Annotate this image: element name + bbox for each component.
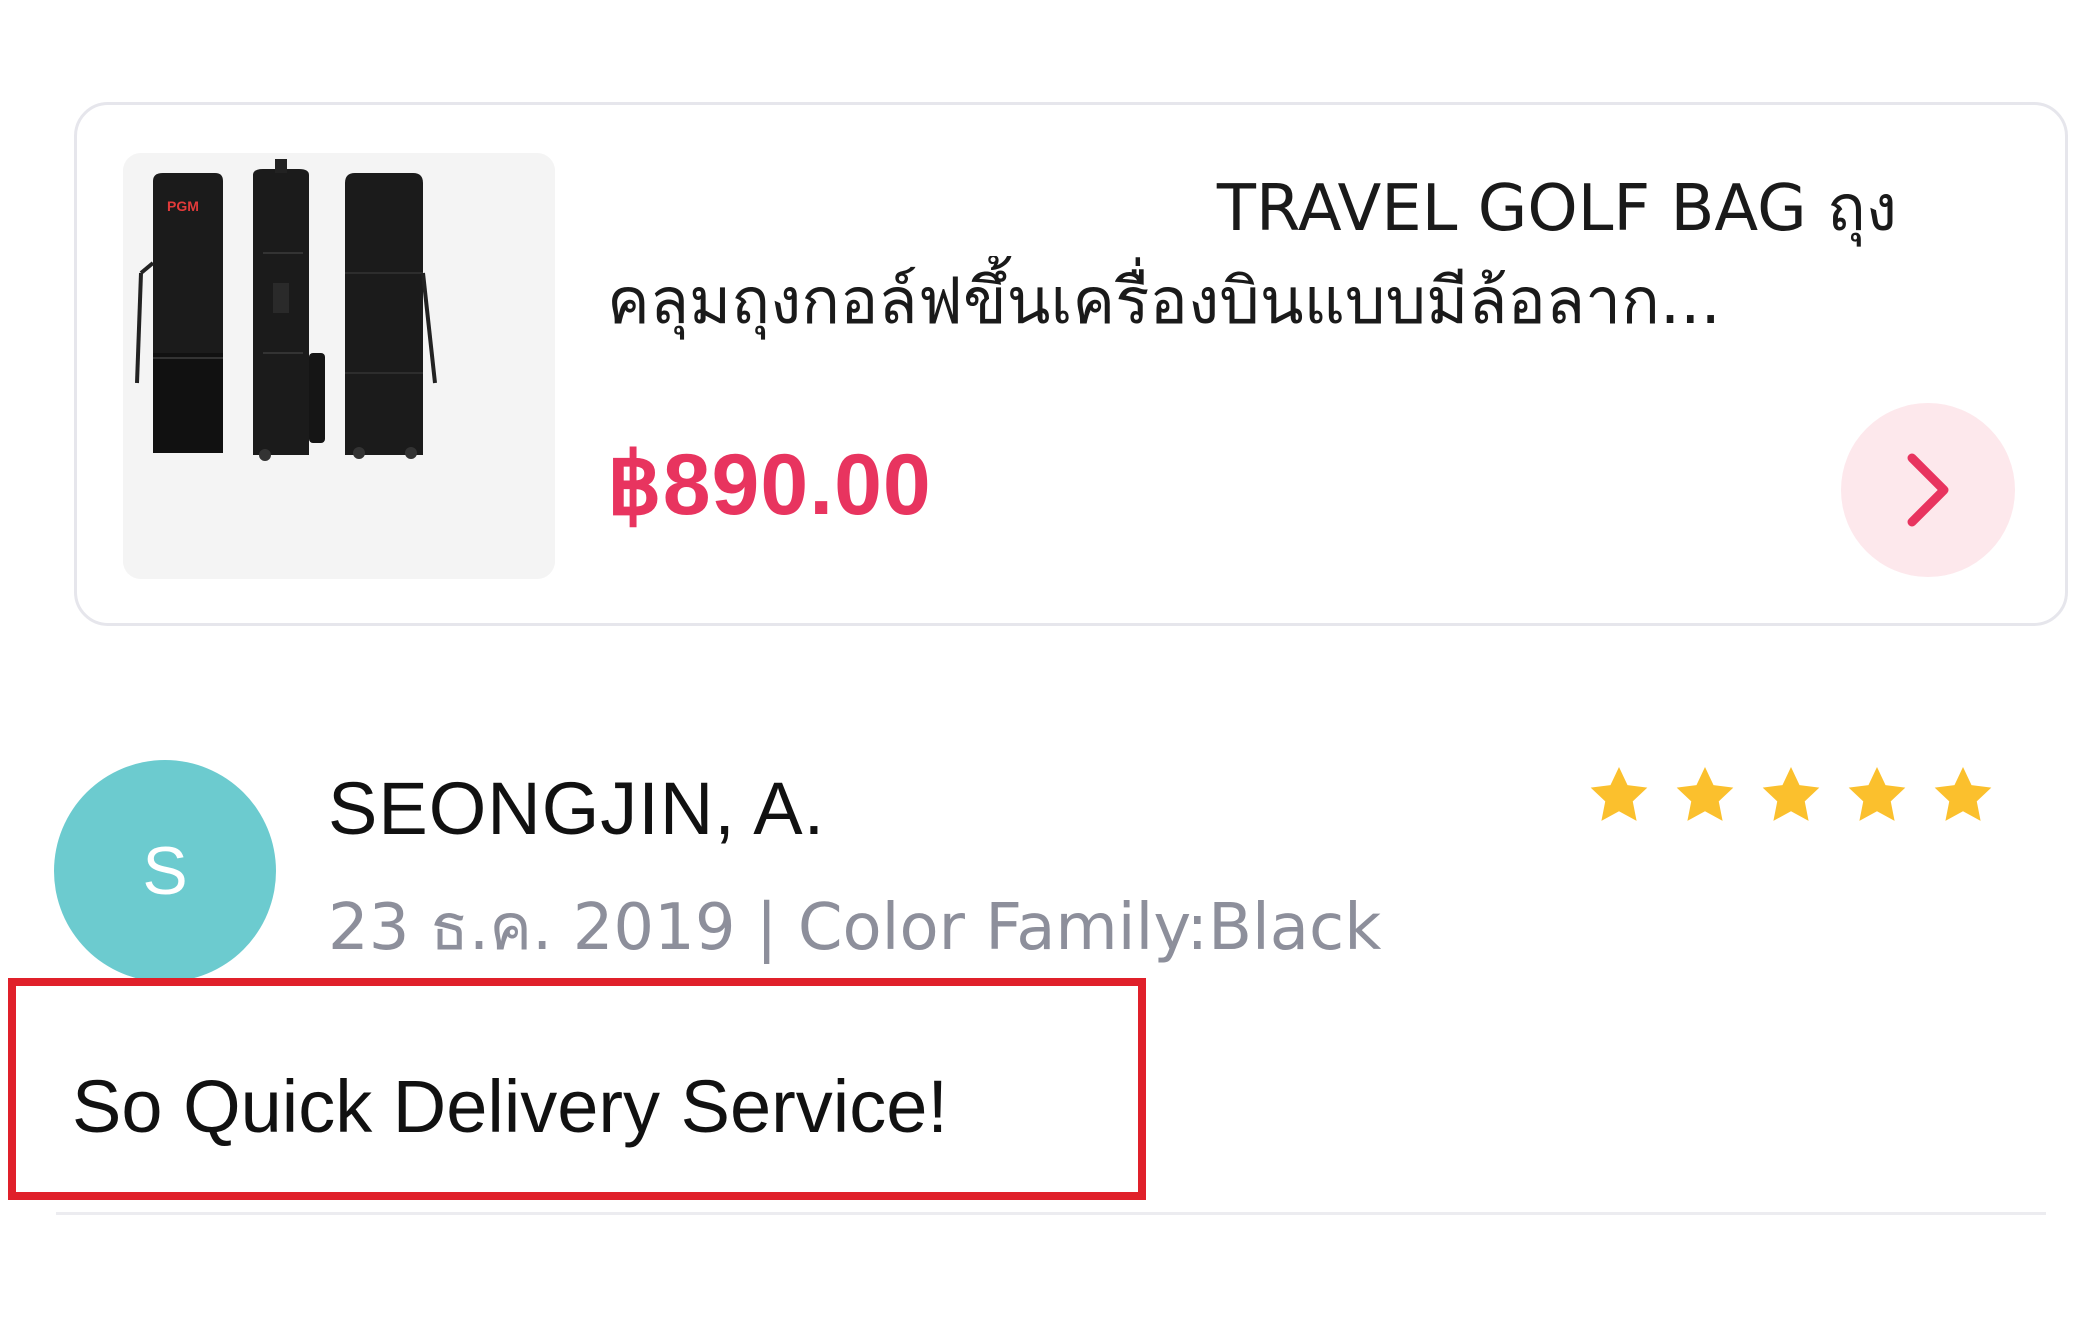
product-card[interactable]: PGM TRAVEL GOLF BAG ถุง คลุมถุงกอล์ฟขึ้น…: [74, 102, 2068, 626]
review-text: So Quick Delivery Service!: [72, 1065, 948, 1148]
golf-bag-image: PGM: [123, 153, 555, 579]
reviewer-name: SEONGJIN, A.: [328, 767, 826, 850]
rating-stars: [1586, 762, 1996, 828]
avatar: S: [54, 760, 276, 982]
brand-text: PGM: [167, 198, 199, 214]
product-title-line-2: คลุมถุงกอล์ฟขึ้นเครื่องบินแบบมีล้อลาก...: [607, 265, 1721, 339]
product-image[interactable]: PGM: [123, 153, 555, 579]
product-price: ฿890.00: [607, 437, 932, 533]
product-title[interactable]: TRAVEL GOLF BAG ถุง คลุมถุงกอล์ฟขึ้นเครื…: [607, 163, 2027, 349]
review-meta: 23 ธ.ค. 2019 | Color Family:Black: [328, 891, 1382, 965]
star-icon: [1934, 766, 1992, 821]
chevron-right-icon: [1907, 453, 1949, 527]
product-title-line-1: TRAVEL GOLF BAG ถุง: [1216, 172, 1897, 246]
star-icon: [1762, 766, 1820, 821]
review-page: PGM TRAVEL GOLF BAG ถุง คลุมถุงกอล์ฟขึ้น…: [0, 0, 2100, 1320]
divider: [56, 1212, 2046, 1215]
star-icon: [1590, 766, 1648, 821]
star-icon: [1676, 766, 1734, 821]
open-product-button[interactable]: [1841, 403, 2015, 577]
star-icon: [1848, 766, 1906, 821]
